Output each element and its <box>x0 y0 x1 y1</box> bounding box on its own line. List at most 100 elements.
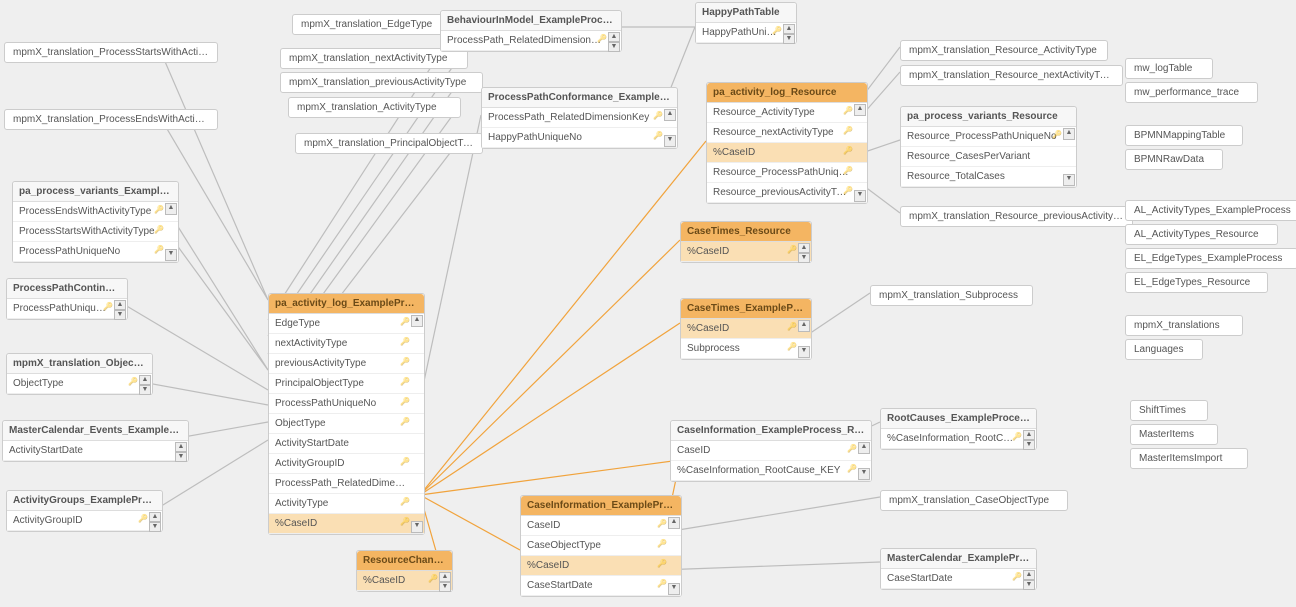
pill-mpmx-translations[interactable]: mpmX_translations <box>1125 315 1243 336</box>
field-row[interactable]: ActivityType <box>269 494 424 514</box>
pill-nextactivitytype[interactable]: mpmX_translation_nextActivityType <box>280 48 468 69</box>
table-pa-process-variants-ep[interactable]: pa_process_variants_ExampleProcess Proce… <box>12 181 179 263</box>
key-icon <box>400 337 410 346</box>
field-row[interactable]: %CaseID <box>681 242 811 262</box>
table-mpmx-objecttype[interactable]: mpmX_translation_ObjectType ObjectType▲▼ <box>6 353 153 395</box>
field-row[interactable]: Resource_previousActivityType <box>707 183 867 203</box>
table-casetimes-ep[interactable]: CaseTimes_ExampleProcess %CaseIDSubproce… <box>680 298 812 360</box>
key-icon <box>400 397 410 406</box>
table-caseinfo-rca-linktable[interactable]: CaseInformation_ExampleProcess_RCA_LinkT… <box>670 420 872 482</box>
table-caseinformation-ep[interactable]: CaseInformation_ExampleProcess CaseIDCas… <box>520 495 682 597</box>
field-row[interactable]: ObjectType <box>269 414 424 434</box>
pill-subprocess[interactable]: mpmX_translation_Subprocess <box>870 285 1033 306</box>
field-row[interactable]: %CaseInformation_RootCause_K... <box>881 429 1036 449</box>
table-rows: %CaseIDSubprocess▲▼ <box>681 319 811 359</box>
field-row[interactable]: Resource_ProcessPathUniqueNo <box>707 163 867 183</box>
table-mastercalendar-events[interactable]: MasterCalendar_Events_ExampleProcess Act… <box>2 420 189 462</box>
key-icon <box>400 357 410 366</box>
pill-process-ends[interactable]: mpmX_translation_ProcessEndsWithActivity… <box>4 109 218 130</box>
pill-mw-logtable[interactable]: mw_logTable <box>1125 58 1213 79</box>
pill-resource-activitytype[interactable]: mpmX_translation_Resource_ActivityType <box>900 40 1108 61</box>
field-row[interactable]: ProcessPath_RelatedDimensionKey <box>482 108 677 128</box>
pill-al-activitytypes-ep[interactable]: AL_ActivityTypes_ExampleProcess <box>1125 200 1296 221</box>
table-rows: CaseStartDate▲▼ <box>881 569 1036 589</box>
pill-languages[interactable]: Languages <box>1125 339 1203 360</box>
field-row[interactable]: ObjectType <box>7 374 152 394</box>
field-row[interactable]: PrincipalObjectType <box>269 374 424 394</box>
pill-masteritemsimport[interactable]: MasterItemsImport <box>1130 448 1248 469</box>
field-row[interactable]: %CaseID <box>681 319 811 339</box>
field-row[interactable]: ProcessStartsWithActivityType <box>13 222 178 242</box>
field-row[interactable]: %CaseID <box>521 556 681 576</box>
key-icon <box>400 497 410 506</box>
field-row[interactable]: Resource_nextActivityType <box>707 123 867 143</box>
table-header: CaseTimes_ExampleProcess <box>681 299 811 319</box>
field-row[interactable]: EdgeType <box>269 314 424 334</box>
data-model-canvas[interactable]: { "pills": { "p1": "mpmX_translation_Pro… <box>0 0 1296 607</box>
field-row[interactable]: ProcessPath_RelatedDimensionK... <box>269 474 424 494</box>
table-happypath[interactable]: HappyPathTable HappyPathUniqueN...▲▼ <box>695 2 797 44</box>
pill-al-activitytypes-resource[interactable]: AL_ActivityTypes_Resource <box>1125 224 1278 245</box>
field-row[interactable]: CaseID <box>671 441 871 461</box>
field-row[interactable]: %CaseID <box>357 571 452 591</box>
table-rows: ProcessPath_RelatedDimensionKeyHappyPath… <box>482 108 677 148</box>
field-row[interactable]: %CaseInformation_RootCause_KEY <box>671 461 871 481</box>
pill-activitytype[interactable]: mpmX_translation_ActivityType <box>288 97 461 118</box>
field-row[interactable]: Resource_ProcessPathUniqueNo <box>901 127 1076 147</box>
pill-masteritems[interactable]: MasterItems <box>1130 424 1218 445</box>
pill-el-edgetypes-resource[interactable]: EL_EdgeTypes_Resource <box>1125 272 1268 293</box>
field-row[interactable]: Resource_CasesPerVariant <box>901 147 1076 167</box>
field-row[interactable]: ProcessEndsWithActivityType <box>13 202 178 222</box>
table-processpathconformance[interactable]: ProcessPathConformance_ExampleProcess Pr… <box>481 87 678 149</box>
field-row[interactable]: CaseStartDate <box>521 576 681 596</box>
table-header: ProcessPathContinuation <box>7 279 127 299</box>
field-row[interactable]: ProcessPathUniqueNo <box>7 299 127 319</box>
table-mastercalendar-ep[interactable]: MasterCalendar_ExampleProcess CaseStartD… <box>880 548 1037 590</box>
field-row[interactable]: ActivityStartDate <box>269 434 424 454</box>
field-row[interactable]: ProcessPath_RelatedDimensionKey <box>441 31 621 51</box>
table-pa-activity-log-resource[interactable]: pa_activity_log_Resource Resource_Activi… <box>706 82 868 204</box>
field-row[interactable]: Resource_TotalCases <box>901 167 1076 187</box>
pill-bpmnmappingtable[interactable]: BPMNMappingTable <box>1125 125 1243 146</box>
pill-bpmnrawdata[interactable]: BPMNRawData <box>1125 149 1223 170</box>
field-row[interactable]: ActivityGroupID <box>269 454 424 474</box>
field-row[interactable]: ActivityGroupID <box>7 511 162 531</box>
table-rootcauses[interactable]: RootCauses_ExampleProcess %CaseInformati… <box>880 408 1037 450</box>
table-resourcechanges[interactable]: ResourceChanges %CaseID▲▼ <box>356 550 453 592</box>
field-row[interactable]: HappyPathUniqueNo <box>482 128 677 148</box>
field-row[interactable]: Subprocess <box>681 339 811 359</box>
pill-mw-performance-trace[interactable]: mw_performance_trace <box>1125 82 1258 103</box>
table-pa-activity-log-ep[interactable]: pa_activity_log_ExampleProcess EdgeTypen… <box>268 293 425 535</box>
table-header: pa_activity_log_Resource <box>707 83 867 103</box>
table-pa-process-variants-resource[interactable]: pa_process_variants_Resource Resource_Pr… <box>900 106 1077 188</box>
pill-edgetype[interactable]: mpmX_translation_EdgeType <box>292 14 460 35</box>
table-casetimes-resource[interactable]: CaseTimes_Resource %CaseID▲▼ <box>680 221 812 263</box>
field-row[interactable]: ProcessPathUniqueNo <box>13 242 178 262</box>
table-rows: Resource_ActivityTypeResource_nextActivi… <box>707 103 867 203</box>
pill-el-edgetypes-ep[interactable]: EL_EdgeTypes_ExampleProcess <box>1125 248 1296 269</box>
field-row[interactable]: CaseObjectType <box>521 536 681 556</box>
table-rows: HappyPathUniqueN...▲▼ <box>696 23 796 43</box>
pill-previousactivitytype[interactable]: mpmX_translation_previousActivityType <box>280 72 483 93</box>
field-row[interactable]: %CaseID <box>269 514 424 534</box>
pill-resource-previousactivitytype[interactable]: mpmX_translation_Resource_previousActivi… <box>900 206 1133 227</box>
field-row[interactable]: previousActivityType <box>269 354 424 374</box>
field-row[interactable]: Resource_ActivityType <box>707 103 867 123</box>
field-row[interactable]: ProcessPathUniqueNo <box>269 394 424 414</box>
field-row[interactable]: %CaseID <box>707 143 867 163</box>
table-behaviourinmodel[interactable]: BehaviourInModel_ExampleProcess ProcessP… <box>440 10 622 52</box>
pill-resource-nextactivitytype[interactable]: mpmX_translation_Resource_nextActivityTy… <box>900 65 1123 86</box>
field-row[interactable]: ActivityStartDate <box>3 441 188 461</box>
field-row[interactable]: HappyPathUniqueN... <box>696 23 796 43</box>
pill-process-starts[interactable]: mpmX_translation_ProcessStartsWithActivi… <box>4 42 218 63</box>
table-processpathcontinuation[interactable]: ProcessPathContinuation ProcessPathUniqu… <box>6 278 128 320</box>
pill-shifttimes[interactable]: ShiftTimes <box>1130 400 1208 421</box>
pill-caseobjecttype[interactable]: mpmX_translation_CaseObjectType <box>880 490 1068 511</box>
pill-principalobjecttype[interactable]: mpmX_translation_PrincipalObjectType <box>295 133 483 154</box>
field-row[interactable]: CaseStartDate <box>881 569 1036 589</box>
key-icon <box>103 302 113 311</box>
field-row[interactable]: nextActivityType <box>269 334 424 354</box>
table-activitygroups[interactable]: ActivityGroups_ExampleProcess ActivityGr… <box>6 490 163 532</box>
table-rows: ProcessEndsWithActivityTypeProcessStarts… <box>13 202 178 262</box>
field-row[interactable]: CaseID <box>521 516 681 536</box>
